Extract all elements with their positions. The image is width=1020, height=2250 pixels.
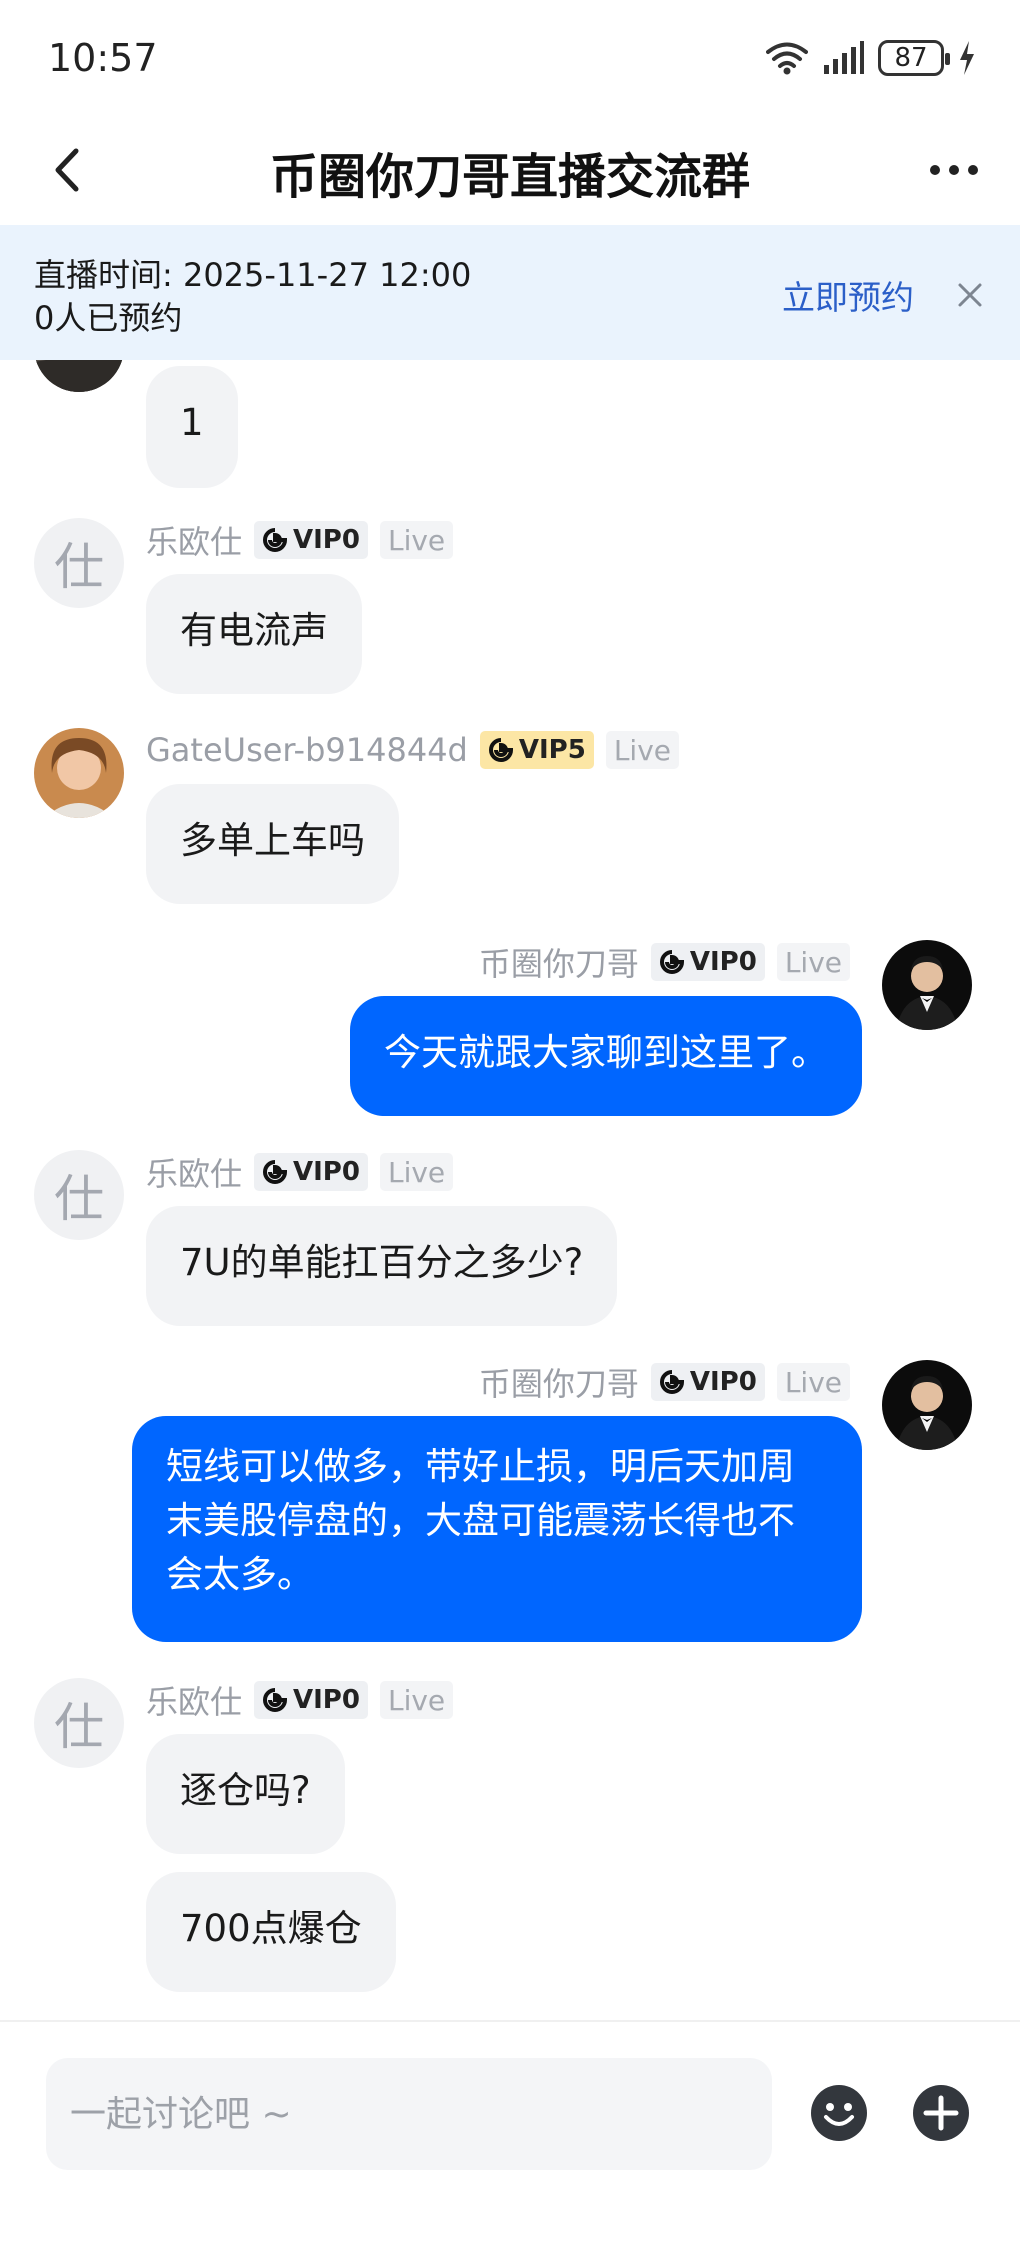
header: 币圈你刀哥直播交流群: [0, 115, 1020, 225]
sender-name[interactable]: 乐欧仕: [146, 1149, 242, 1195]
live-tag: Live: [379, 1153, 454, 1191]
vip-logo-icon: [263, 528, 288, 552]
vip-level: VIP0: [293, 1157, 360, 1187]
status-time: 10:57: [48, 36, 158, 80]
vip-level: VIP0: [293, 1685, 360, 1715]
banner-close-button[interactable]: [950, 275, 990, 315]
message-meta: 币圈你刀哥 VIP0 Live: [479, 939, 850, 985]
vip-badge: VIP0: [254, 1681, 368, 1719]
reserve-button[interactable]: 立即预约: [782, 271, 914, 319]
vip-badge: VIP0: [650, 943, 765, 981]
vip-logo-icon: [263, 1688, 288, 1712]
emoji-button[interactable]: [809, 2083, 869, 2143]
plus-button[interactable]: [911, 2083, 971, 2143]
more-icon: [930, 165, 978, 175]
message-bubble[interactable]: 短线可以做多，带好止损，明后天加周末美股停盘的，大盘可能震荡长得也不会太多。: [132, 1416, 862, 1642]
status-icons: 87: [766, 38, 976, 78]
avatar[interactable]: [882, 940, 972, 1030]
close-icon: [958, 283, 982, 307]
sender-name[interactable]: 币圈你刀哥: [479, 1359, 639, 1405]
sender-name[interactable]: 乐欧仕: [146, 517, 242, 563]
input-bar: [0, 2020, 1020, 2250]
message-meta: GateUser-b914844d VIP5 Live: [146, 730, 679, 770]
wifi-icon: [766, 42, 808, 75]
live-tag: Live: [776, 1363, 850, 1401]
live-tag: Live: [776, 943, 850, 981]
message-bubble[interactable]: 1: [146, 366, 238, 488]
message-meta: 乐欧仕 VIP0 Live: [146, 1149, 454, 1195]
battery-level: 87: [894, 43, 928, 73]
more-button[interactable]: [924, 143, 984, 197]
vip-badge: VIP5: [479, 731, 594, 769]
sender-name[interactable]: 乐欧仕: [146, 1677, 242, 1723]
live-tag: Live: [605, 731, 679, 769]
message-input[interactable]: [46, 2058, 772, 2170]
live-tag: Live: [379, 521, 454, 559]
vip-level: VIP0: [689, 947, 757, 977]
sender-name[interactable]: 币圈你刀哥: [479, 939, 639, 985]
live-time: 直播时间: 2025-11-27 12:00: [34, 256, 472, 294]
avatar[interactable]: 仕: [34, 1150, 124, 1240]
vip-badge: VIP0: [254, 521, 368, 559]
message-bubble[interactable]: 7U的单能扛百分之多少?: [146, 1206, 618, 1326]
message-meta: 币圈你刀哥 VIP0 Live: [479, 1359, 850, 1405]
message-bubble[interactable]: 今天就跟大家聊到这里了。: [350, 996, 862, 1116]
battery-icon: 87: [878, 40, 950, 76]
message-list[interactable]: 1 仕 乐欧仕 VIP0 Live 有电流声 GateUser-b914844d…: [0, 360, 1020, 2020]
reserved-count: 0人已预约: [34, 299, 183, 337]
message-bubble[interactable]: 700点爆仓: [146, 1872, 396, 1992]
plus-icon: [913, 2085, 969, 2141]
vip-level: VIP5: [518, 735, 586, 765]
message-bubble[interactable]: 逐仓吗?: [146, 1734, 345, 1854]
avatar[interactable]: [34, 728, 124, 818]
avatar[interactable]: 仕: [34, 1678, 124, 1768]
live-schedule-banner: 直播时间: 2025-11-27 12:00 0人已预约 立即预约: [0, 225, 1020, 360]
message-bubble[interactable]: 有电流声: [146, 574, 362, 694]
charging-icon: [960, 41, 974, 75]
status-bar: 10:57 87: [0, 0, 1020, 115]
vip-badge: VIP0: [650, 1363, 765, 1401]
signal-icon: [824, 41, 864, 74]
avatar[interactable]: [882, 1360, 972, 1450]
vip-level: VIP0: [689, 1367, 757, 1397]
avatar[interactable]: [34, 360, 124, 392]
vip-logo-icon: [659, 950, 684, 974]
vip-badge: VIP0: [254, 1153, 368, 1191]
sender-name[interactable]: GateUser-b914844d: [146, 731, 468, 769]
live-tag: Live: [379, 1681, 454, 1719]
emoji-icon: [811, 2085, 867, 2141]
page-title: 币圈你刀哥直播交流群: [269, 149, 750, 205]
vip-logo-icon: [659, 1370, 684, 1394]
message-bubble[interactable]: 多单上车吗: [146, 784, 399, 904]
vip-logo-icon: [263, 1160, 288, 1184]
vip-level: VIP0: [293, 525, 360, 555]
message-meta: 乐欧仕 VIP0 Live: [146, 517, 454, 563]
avatar[interactable]: 仕: [34, 518, 124, 608]
vip-logo-icon: [488, 738, 513, 762]
message-meta: 乐欧仕 VIP0 Live: [146, 1677, 454, 1723]
